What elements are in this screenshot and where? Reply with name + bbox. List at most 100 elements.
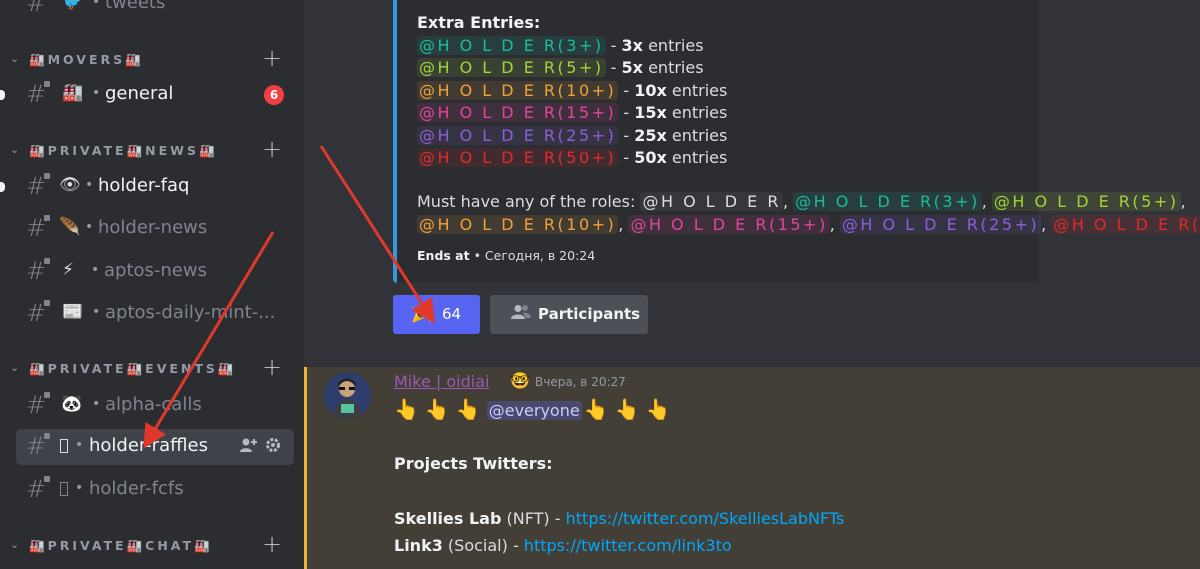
- lock-icon: [44, 476, 50, 482]
- create-channel-icon[interactable]: +: [262, 44, 282, 72]
- project-line: Skellies Lab (NFT) - https://twitter.com…: [394, 509, 844, 528]
- twitter-link[interactable]: https://twitter.com/link3to: [524, 536, 732, 555]
- separator-dot: •: [92, 304, 101, 320]
- entry-sep: -: [618, 126, 635, 145]
- hash-icon: #: [26, 0, 47, 17]
- channel-name: tweets: [105, 0, 166, 13]
- nerd-face-icon: 🤓: [510, 371, 530, 390]
- eye-icon: 👁: [59, 175, 81, 195]
- required-roles-line: Must have any of the roles: @H O L D E R…: [417, 192, 1186, 211]
- entry-multiplier: 10x: [634, 81, 667, 100]
- everyone-mention[interactable]: @everyone: [486, 401, 582, 420]
- separator-dot: •: [75, 437, 84, 453]
- twitter-link[interactable]: https://twitter.com/SkelliesLabNFTs: [566, 509, 845, 528]
- role-mention[interactable]: @H O L D E R(5+): [991, 192, 1181, 211]
- required-roles-line-2: @H O L D E R(10+), @H O L D E R(15+), @H…: [417, 215, 1200, 234]
- entry-suffix: entries: [666, 81, 728, 100]
- role-mention[interactable]: @H O L D E R(10+): [417, 215, 619, 234]
- category-private-news[interactable]: ⌄ 🏭PRIVATE🏭NEWS🏭 +: [0, 135, 304, 163]
- embed-footer: Ends at • Сегодня, в 20:24: [417, 248, 595, 263]
- channel-name: holder-faq: [98, 175, 190, 196]
- invite-user-icon[interactable]: [240, 437, 258, 457]
- channel-holder-fcfs[interactable]: # • holder-fcfs: [16, 472, 294, 508]
- role-mention[interactable]: @H O L D E R(3+): [793, 192, 982, 211]
- lock-icon: [44, 215, 50, 221]
- separator-dot: •: [92, 396, 101, 412]
- comma: ,: [618, 215, 629, 234]
- lock-icon: [44, 173, 50, 179]
- lock-icon: [44, 300, 50, 306]
- create-channel-icon[interactable]: +: [262, 353, 282, 381]
- role-mention[interactable]: @H O L D E R(15+): [417, 103, 619, 122]
- project-name: Skellies Lab: [394, 509, 502, 528]
- entry-suffix: entries: [643, 58, 704, 77]
- channel-name: holder-news: [98, 217, 208, 238]
- role-mention[interactable]: @H O L D E R(25+): [839, 215, 1042, 234]
- lightning-icon: ⚡: [62, 260, 74, 280]
- category-private-chat[interactable]: ⌄ 🏭PRIVATE🏭CHAT🏭 +: [0, 530, 304, 558]
- required-roles-label: Must have any of the roles:: [417, 192, 641, 211]
- channel-name: general: [105, 83, 174, 104]
- entry-row: @H O L D E R(50+) - 50x entries: [417, 148, 727, 167]
- message-timestamp: Вчера, в 20:27: [535, 375, 626, 389]
- entry-sep: -: [618, 81, 635, 100]
- entry-multiplier: 25x: [634, 126, 667, 145]
- role-mention[interactable]: @H O L D E R(5+): [417, 58, 606, 77]
- project-line: Link3 (Social) - https://twitter.com/lin…: [394, 536, 732, 555]
- role-mention[interactable]: @H O L D E R(25+): [417, 126, 619, 145]
- lock-icon: [44, 433, 50, 439]
- enter-giveaway-button[interactable]: 🎉 64: [393, 295, 480, 334]
- create-channel-icon[interactable]: +: [262, 135, 282, 163]
- channel-general[interactable]: # 🏭 • general 6: [0, 77, 294, 113]
- project-tag: (NFT) -: [501, 509, 566, 528]
- entry-row: @H O L D E R(25+) - 25x entries: [417, 126, 727, 145]
- feather-icon: 🪶: [59, 217, 81, 237]
- channel-sidebar: # 🐦 • tweets ⌄ 🏭MOVERS🏭 + # 🏭 • general …: [0, 0, 304, 569]
- role-mention[interactable]: @H O L D E R(50+): [1051, 215, 1200, 234]
- chevron-down-icon: ⌄: [10, 143, 20, 156]
- channel-name: holder-fcfs: [89, 478, 184, 499]
- category-movers[interactable]: ⌄ 🏭MOVERS🏭 +: [0, 44, 304, 72]
- channel-holder-faq[interactable]: # 👁 • holder-faq: [0, 169, 294, 205]
- entry-multiplier: 5x: [621, 58, 643, 77]
- missing-glyph-icon: [60, 482, 68, 496]
- entry-multiplier: 15x: [634, 103, 667, 122]
- users-icon: [510, 304, 532, 324]
- entry-row: @H O L D E R(10+) - 10x entries: [417, 81, 727, 100]
- create-channel-icon[interactable]: +: [262, 530, 282, 558]
- channel-name: holder-raffles: [89, 435, 208, 456]
- channel-holder-raffles[interactable]: # • holder-raffles: [16, 429, 294, 465]
- entry-suffix: entries: [666, 103, 728, 122]
- category-label: 🏭PRIVATE🏭NEWS🏭: [29, 143, 218, 158]
- channel-holder-news[interactable]: # 🪶 • holder-news: [16, 211, 294, 247]
- participants-button[interactable]: Participants: [490, 295, 648, 334]
- settings-gear-icon[interactable]: [265, 437, 281, 457]
- entry-sep: -: [605, 36, 622, 55]
- category-private-events[interactable]: ⌄ 🏭PRIVATE🏭EVENTS🏭 +: [0, 353, 304, 381]
- participants-label: Participants: [538, 305, 641, 323]
- ends-value: • Сегодня, в 20:24: [469, 248, 596, 263]
- mention-message: Mike | oidiai 🤓 Вчера, в 20:27 👆👆👆 @every…: [304, 367, 1200, 569]
- separator-dot: •: [85, 219, 94, 235]
- pointing-up-icons: 👆👆👆: [583, 397, 677, 421]
- entry-suffix: entries: [666, 126, 728, 145]
- channel-aptos-daily-mint[interactable]: # 📰 • aptos-daily-mint-...: [16, 296, 294, 332]
- author-name[interactable]: Mike | oidiai: [394, 372, 489, 391]
- entry-row: @H O L D E R(3+) - 3x entries: [417, 36, 704, 55]
- channel-name: aptos-news: [104, 260, 207, 281]
- role-mention[interactable]: @H O L D E R(50+): [417, 148, 619, 167]
- category-label: 🏭PRIVATE🏭EVENTS🏭: [29, 361, 237, 376]
- comma: ,: [1041, 215, 1052, 234]
- channel-alpha-calls[interactable]: # 🐼 • alpha-calls: [16, 388, 294, 424]
- role-mention[interactable]: @H O L D E R: [640, 192, 783, 211]
- comma: ,: [829, 215, 840, 234]
- channel-tweets[interactable]: # 🐦 • tweets: [16, 0, 294, 22]
- role-mention[interactable]: @H O L D E R(15+): [628, 215, 830, 234]
- avatar[interactable]: [324, 372, 371, 419]
- role-mention[interactable]: @H O L D E R(10+): [417, 81, 619, 100]
- channel-aptos-news[interactable]: # ⚡ • aptos-news: [16, 254, 294, 290]
- role-mention[interactable]: @H O L D E R(3+): [417, 36, 606, 55]
- projects-heading-text: Projects Twitters:: [394, 454, 553, 473]
- newspaper-icon: 📰: [62, 302, 84, 322]
- unread-indicator: [0, 182, 5, 192]
